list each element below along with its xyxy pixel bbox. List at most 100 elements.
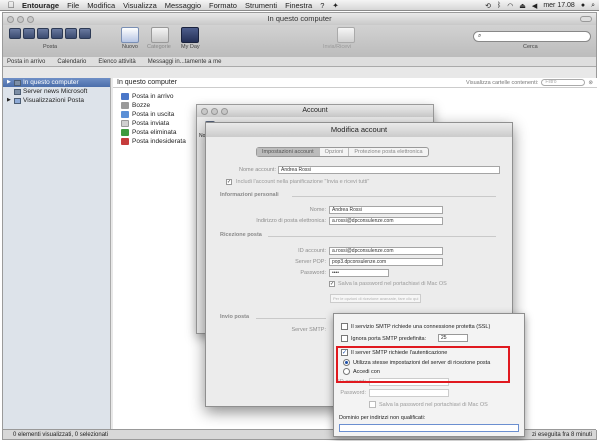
mail-icon[interactable]	[9, 28, 21, 39]
tab-posta-in-arrivo[interactable]: Posta in arrivo	[7, 57, 45, 66]
smtp-salva-pw-option[interactable]: Salva la password nel portachiavi di Mac…	[369, 401, 488, 408]
outbox-icon	[121, 111, 129, 118]
disclosure-triangle-icon[interactable]: ▶	[7, 78, 12, 87]
menu-clock[interactable]: mer 17.08	[543, 2, 575, 9]
disclosure-triangle-icon[interactable]: ▶	[7, 96, 12, 105]
folder-posta-in-uscita[interactable]: Posta in uscita	[121, 110, 186, 119]
folder-posta-indesiderata[interactable]: Posta indesiderata	[121, 137, 186, 146]
opzioni-ricezione-button[interactable]: Per le opzioni di ricezione avanzate, fa…	[330, 294, 422, 303]
nome-account-field[interactable]: Andrea Rossi	[278, 166, 500, 174]
ricezione-heading: Ricezione posta	[220, 232, 262, 238]
nome-field[interactable]: Andrea Rossi	[329, 206, 443, 214]
volume-icon[interactable]: ◀	[532, 2, 537, 10]
tasks-icon[interactable]	[65, 28, 77, 39]
password-field[interactable]: ••••	[329, 269, 389, 277]
tab-calendario[interactable]: Calendario	[57, 57, 86, 66]
notes-icon[interactable]	[51, 28, 63, 39]
toolbar-label-cerca: Cerca	[523, 44, 538, 50]
sent-icon	[121, 120, 129, 127]
clear-filter-icon[interactable]: ⊗	[588, 80, 593, 86]
nome-account-label: Nome account:	[239, 167, 276, 173]
drafts-icon	[121, 102, 129, 109]
smtp-password-field[interactable]	[369, 389, 449, 397]
divider	[256, 318, 326, 319]
toolbar-toggle-button[interactable]	[580, 16, 592, 22]
wifi-icon[interactable]: ◠	[507, 2, 513, 10]
status-schedule-text: zi eseguita fra 8 minuti	[531, 432, 592, 438]
email-field[interactable]: a.rossi@dpconsulenze.com	[329, 217, 443, 225]
smtp-salva-pw-checkbox[interactable]	[369, 401, 376, 408]
menu-app-name[interactable]: Entourage	[22, 1, 59, 10]
id-account-label: ID account:	[298, 248, 326, 254]
menu-formato[interactable]: Formato	[209, 1, 237, 10]
close-button[interactable]	[201, 108, 208, 115]
toolbar-label-myday[interactable]: My Day	[181, 44, 200, 50]
tab-messaggi[interactable]: Messaggi in...tamente a me	[148, 57, 222, 66]
bluetooth-icon[interactable]: ᛒ	[497, 2, 501, 9]
ssl-checkbox[interactable]	[341, 323, 348, 330]
menu-help[interactable]: ?	[320, 1, 324, 10]
send-receive-icon[interactable]	[337, 27, 355, 43]
address-book-icon[interactable]	[23, 28, 35, 39]
salva-password-checkbox[interactable]: ✓	[329, 281, 335, 287]
edit-account-title: Modifica account	[206, 123, 512, 137]
new-icon[interactable]	[121, 27, 139, 43]
calendar-icon[interactable]	[37, 28, 49, 39]
tab-opzioni[interactable]: Opzioni	[320, 148, 350, 156]
server-smtp-label: Server SMTP:	[291, 327, 326, 333]
menu-messaggio[interactable]: Messaggio	[165, 1, 201, 10]
spotlight-icon[interactable]: ⌕	[591, 2, 595, 10]
folder-posta-in-arrivo[interactable]: Posta in arrivo	[121, 92, 186, 101]
menu-bar:  Entourage File Modifica Visualizza Mes…	[0, 0, 599, 11]
smtp-salva-pw-label: Salva la password nel portachiavi di Mac…	[379, 401, 488, 408]
project-icon[interactable]	[79, 28, 91, 39]
edit-account-tabs: Impostazioni account Opzioni Protezione …	[256, 147, 429, 157]
zoom-button[interactable]	[27, 16, 34, 23]
folder-posta-eliminata[interactable]: Posta eliminata	[121, 128, 186, 137]
zoom-button[interactable]	[221, 108, 228, 115]
minimize-button[interactable]	[211, 108, 218, 115]
script-menu-icon[interactable]: ✦	[332, 1, 338, 10]
folder-bozze[interactable]: Bozze	[121, 101, 186, 110]
filter-input[interactable]: Filtro	[541, 79, 586, 86]
ignora-porta-checkbox[interactable]	[341, 335, 348, 342]
tab-impostazioni-account[interactable]: Impostazioni account	[257, 148, 320, 156]
divider	[268, 236, 496, 237]
server-pop-field[interactable]: pop3.dpconsulenze.com	[329, 258, 443, 266]
main-titlebar: In questo computer	[3, 13, 596, 25]
account-titlebar: Account	[197, 105, 433, 117]
toolbar-label-categorie[interactable]: Categorie	[147, 44, 171, 50]
folder-label: Posta in arrivo	[132, 93, 174, 100]
porta-field[interactable]: 25	[438, 334, 468, 342]
dominio-field[interactable]	[339, 424, 519, 432]
ignora-porta-option[interactable]: Ignora porta SMTP predefinita:	[341, 335, 426, 342]
tab-protezione[interactable]: Protezione posta elettronica	[349, 148, 427, 156]
close-button[interactable]	[7, 16, 14, 23]
content-header: In questo computer Visualizza cartelle c…	[113, 78, 597, 88]
search-input[interactable]: ⌕	[473, 31, 591, 42]
toolbar-label-invia-ricevi[interactable]: Invia/Ricevi	[323, 44, 351, 50]
tab-elenco-attivita[interactable]: Elenco attività	[98, 57, 135, 66]
sidebar-item-in-questo-computer[interactable]: ▶ In questo computer	[3, 78, 110, 87]
menu-modifica[interactable]: Modifica	[87, 1, 115, 10]
ssl-option[interactable]: Il servizio SMTP richiede una connession…	[341, 323, 490, 330]
sync-icon[interactable]: ⟲	[485, 2, 491, 10]
categories-icon[interactable]	[151, 27, 169, 43]
id-account-field[interactable]: a.rossi@dpconsulenze.com	[329, 247, 443, 255]
menu-visualizza[interactable]: Visualizza	[123, 1, 157, 10]
sidebar-item-server-news[interactable]: Server news Microsoft	[3, 87, 110, 96]
menu-file[interactable]: File	[67, 1, 79, 10]
user-icon[interactable]: ●	[581, 2, 585, 9]
minimize-button[interactable]	[17, 16, 24, 23]
toolbar-label-nuovo[interactable]: Nuovo	[122, 44, 138, 50]
menu-strumenti[interactable]: Strumenti	[245, 1, 277, 10]
menu-finestra[interactable]: Finestra	[285, 1, 312, 10]
folder-posta-inviata[interactable]: Posta inviata	[121, 119, 186, 128]
my-day-icon[interactable]	[181, 27, 199, 43]
includi-checkbox[interactable]: ✓	[226, 179, 232, 185]
eject-icon[interactable]: ⏏	[519, 2, 526, 10]
folder-sidebar: ▶ In questo computer Server news Microso…	[3, 78, 111, 430]
sidebar-item-visualizzazioni[interactable]: ▶ Visualizzazioni Posta	[3, 96, 110, 105]
nome-label: Nome:	[309, 207, 326, 213]
apple-menu-icon[interactable]: 	[0, 0, 22, 10]
